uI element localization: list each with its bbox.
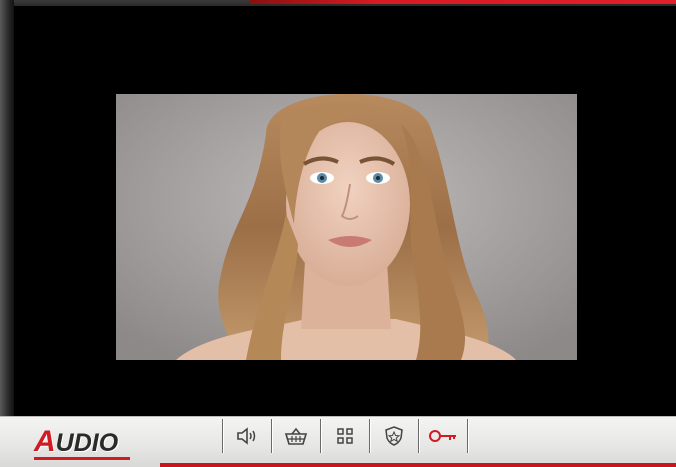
key-icon	[429, 430, 456, 442]
bottom-accent-strip	[160, 463, 676, 467]
speaker-icon	[237, 427, 256, 445]
intercom-monitor: AUDIO	[0, 0, 676, 467]
portrait-image	[116, 94, 577, 360]
logo-underline	[34, 457, 130, 460]
grid-menu-icon	[337, 428, 353, 444]
basket-icon	[284, 427, 308, 445]
basket-button[interactable]	[272, 419, 320, 453]
menu-button[interactable]	[321, 419, 369, 453]
control-bar: AUDIO	[0, 416, 676, 467]
guard-button[interactable]	[370, 419, 418, 453]
divider	[467, 419, 468, 453]
bezel-edge	[0, 0, 14, 420]
brand-logo: AUDIO	[34, 425, 130, 460]
unlock-button[interactable]	[419, 419, 467, 453]
top-accent-strip	[250, 0, 676, 4]
speaker-button[interactable]	[223, 419, 271, 453]
control-buttons	[222, 419, 468, 453]
badge-shield-icon	[385, 426, 403, 446]
camera-video-feed	[116, 94, 577, 360]
